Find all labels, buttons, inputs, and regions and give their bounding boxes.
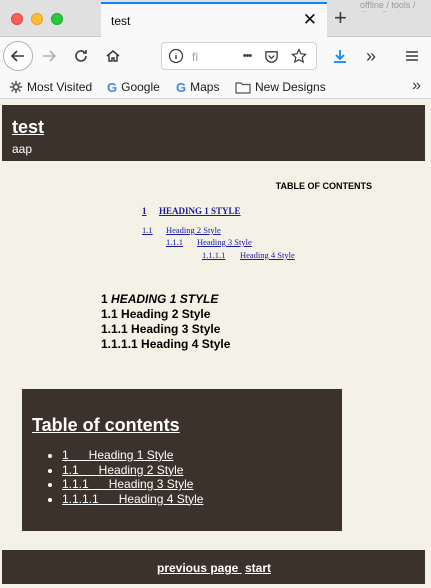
site-title-link[interactable]: test	[12, 117, 44, 138]
toc-panel-list: 1 Heading 1 Style 1.1 Heading 2 Style 1.…	[62, 448, 203, 506]
minimize-window-button[interactable]	[31, 13, 43, 25]
info-icon[interactable]	[168, 48, 184, 69]
headings-block: 1 HEADING 1 STYLE 1.1 Heading 2 Style 1.…	[101, 292, 230, 352]
toc-panel-title[interactable]: Table of contents	[32, 415, 180, 436]
page-content: test aap TABLE OF CONTENTS 1 HEADING 1 S…	[0, 100, 431, 588]
bookmarks-toolbar: Most Visited G Google G Maps New Designs…	[0, 75, 431, 99]
hamburger-menu-icon	[406, 51, 418, 61]
download-icon	[334, 50, 346, 63]
bookmark-google[interactable]: G Google	[107, 78, 160, 96]
start-link[interactable]: start	[245, 561, 271, 575]
tab-strip: offline / tools / OpenBook test ✕ +	[0, 0, 431, 38]
forward-arrow-icon	[43, 50, 57, 62]
reload-button[interactable]	[69, 44, 93, 68]
downloads-button[interactable]	[328, 44, 352, 68]
tab-title: test	[111, 14, 131, 28]
previous-page-link[interactable]: previous page	[157, 561, 242, 575]
toc-entry-label[interactable]: Heading 4 Style	[240, 250, 295, 260]
list-item: 1 Heading 1 Style	[62, 448, 203, 463]
site-subtitle: aap	[12, 142, 33, 156]
close-window-button[interactable]	[11, 13, 23, 25]
toc-entry-num[interactable]: 1.1.1.1	[202, 250, 225, 260]
bookmark-star-icon[interactable]	[290, 47, 308, 65]
background-tab-text[interactable]: offline / tools / OpenBook	[360, 0, 431, 12]
bookmarks-overflow-icon[interactable]: »	[412, 77, 421, 95]
bookmark-label: Most Visited	[27, 80, 93, 94]
toc-link[interactable]: 1.1 Heading 2 Style	[62, 463, 183, 477]
home-button[interactable]	[101, 44, 125, 68]
overflow-chevron-icon[interactable]: »	[359, 44, 383, 68]
navigation-toolbar: fi ••• »	[0, 37, 431, 75]
heading-4: 1.1.1.1 Heading 4 Style	[101, 337, 231, 351]
bookmark-label: Maps	[190, 80, 220, 94]
heading-2: 1.1 Heading 2 Style	[101, 307, 211, 321]
toc-entry-label[interactable]: Heading 3 Style	[197, 237, 252, 247]
forward-button[interactable]	[37, 44, 61, 68]
site-header: test aap	[2, 105, 425, 161]
bookmark-most-visited[interactable]: Most Visited	[9, 78, 92, 96]
toc-entry-label[interactable]: Heading 2 Style	[166, 225, 221, 235]
gear-icon	[9, 80, 23, 94]
toc-link[interactable]: 1.1.1.1 Heading 4 Style	[62, 492, 203, 506]
toc-link[interactable]: 1.1.1 Heading 3 Style	[62, 477, 193, 491]
url-bar[interactable]: fi •••	[161, 42, 317, 70]
google-icon: G	[107, 79, 118, 95]
menu-button[interactable]	[400, 44, 424, 68]
back-arrow-icon	[10, 50, 24, 62]
list-item: 1.1 Heading 2 Style	[62, 463, 203, 478]
list-item: 1.1.1 Heading 3 Style	[62, 477, 203, 492]
new-tab-icon[interactable]: +	[334, 6, 347, 30]
page-actions-icon[interactable]: •••	[238, 47, 256, 65]
bookmark-maps[interactable]: G Maps	[176, 78, 219, 96]
toc-entry-label[interactable]: HEADING 1 STYLE	[159, 206, 241, 216]
url-text[interactable]: fi	[192, 50, 232, 64]
site-footer: previous page start	[2, 550, 425, 584]
folder-icon	[235, 81, 251, 94]
bookmark-new-designs[interactable]: New Designs	[235, 78, 326, 96]
toc-link[interactable]: 1 Heading 1 Style	[62, 448, 173, 462]
maximize-window-button[interactable]	[51, 13, 63, 25]
toc-heading: TABLE OF CONTENTS	[275, 181, 372, 191]
close-tab-icon[interactable]: ✕	[303, 10, 317, 30]
active-tab[interactable]: test ✕	[101, 2, 327, 38]
toc-entry-num[interactable]: 1	[142, 206, 147, 216]
bookmark-label: Google	[121, 80, 160, 94]
toc-panel: Table of contents 1 Heading 1 Style 1.1 …	[22, 389, 342, 531]
home-icon	[106, 50, 120, 62]
bookmark-label: New Designs	[255, 80, 326, 94]
back-button[interactable]	[3, 41, 33, 71]
toc-entry-num[interactable]: 1.1.1	[166, 237, 183, 247]
heading-3: 1.1.1 Heading 3 Style	[101, 322, 221, 336]
toc-entry-num[interactable]: 1.1	[142, 225, 153, 235]
pocket-icon[interactable]	[262, 47, 280, 65]
heading-1: 1 HEADING 1 STYLE	[101, 292, 219, 306]
google-icon: G	[176, 79, 187, 95]
reload-icon	[75, 50, 87, 62]
list-item: 1.1.1.1 Heading 4 Style	[62, 492, 203, 507]
